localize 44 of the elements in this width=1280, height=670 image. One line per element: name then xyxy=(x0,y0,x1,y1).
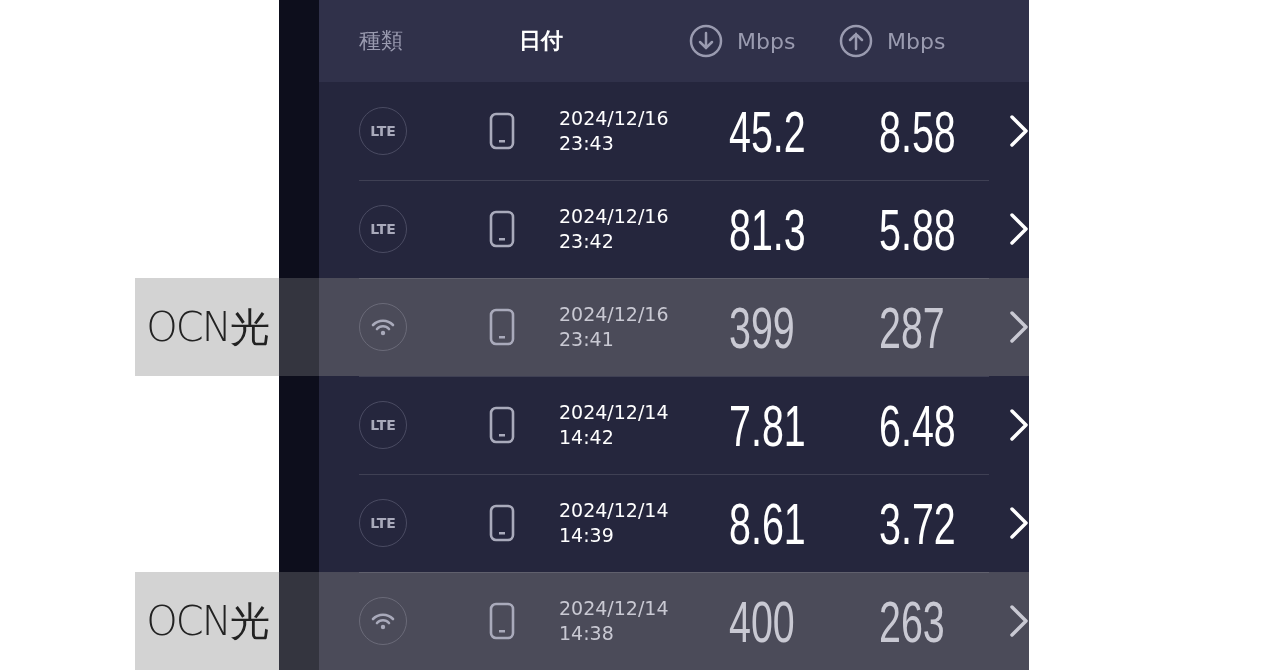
chevron-icon xyxy=(1009,506,1029,540)
phone-icon xyxy=(489,602,515,640)
result-row[interactable]: LTE 2024/12/16 23:42 81.3 5.88 xyxy=(319,180,1029,278)
result-row[interactable]: 2024/12/16 23:41 399 287 xyxy=(319,278,1029,376)
upload-speed: 6.48 xyxy=(879,391,956,459)
upload-icon xyxy=(839,24,873,58)
network-name: OCN光 xyxy=(146,302,268,352)
result-row[interactable]: 2024/12/14 14:38 400 263 xyxy=(319,572,1029,670)
column-header[interactable]: 種類 xyxy=(359,26,403,56)
date-time: 2024/12/16 23:41 xyxy=(559,302,669,352)
chevron-icon xyxy=(1009,408,1029,442)
network-name: OCN光 xyxy=(146,596,268,646)
download-speed: 400 xyxy=(729,587,795,655)
upload-speed: 5.88 xyxy=(879,195,956,263)
download-speed: 45.2 xyxy=(729,97,806,165)
column-header: Mbps xyxy=(887,28,946,54)
upload-speed: 3.72 xyxy=(879,489,956,557)
date-time: 2024/12/14 14:38 xyxy=(559,596,669,646)
download-speed: 399 xyxy=(729,293,795,361)
phone-icon xyxy=(489,112,515,150)
phone-icon xyxy=(489,504,515,542)
chevron-icon xyxy=(1009,604,1029,638)
chevron-icon xyxy=(1009,114,1029,148)
date-time: 2024/12/14 14:42 xyxy=(559,400,669,450)
phone-icon xyxy=(489,210,515,248)
result-row[interactable]: LTE 2024/12/16 23:43 45.2 8.58 xyxy=(319,82,1029,180)
column-header: Mbps xyxy=(737,28,796,54)
date-time: 2024/12/16 23:42 xyxy=(559,204,669,254)
chevron-icon xyxy=(1009,212,1029,246)
date-time: 2024/12/14 14:39 xyxy=(559,498,669,548)
upload-speed: 8.58 xyxy=(879,97,956,165)
download-speed: 81.3 xyxy=(729,195,806,263)
date-time: 2024/12/16 23:43 xyxy=(559,106,669,156)
download-icon xyxy=(689,24,723,58)
download-speed: 8.61 xyxy=(729,489,806,557)
column-header[interactable]: 日付 xyxy=(519,26,563,56)
chevron-icon xyxy=(1009,310,1029,344)
result-row[interactable]: LTE 2024/12/14 14:42 7.81 6.48 xyxy=(319,376,1029,474)
phone-icon xyxy=(489,308,515,346)
upload-speed: 263 xyxy=(879,587,945,655)
phone-icon xyxy=(489,406,515,444)
upload-speed: 287 xyxy=(879,293,945,361)
result-row[interactable]: LTE 2024/12/14 14:39 8.61 3.72 xyxy=(319,474,1029,572)
download-speed: 7.81 xyxy=(729,391,806,459)
